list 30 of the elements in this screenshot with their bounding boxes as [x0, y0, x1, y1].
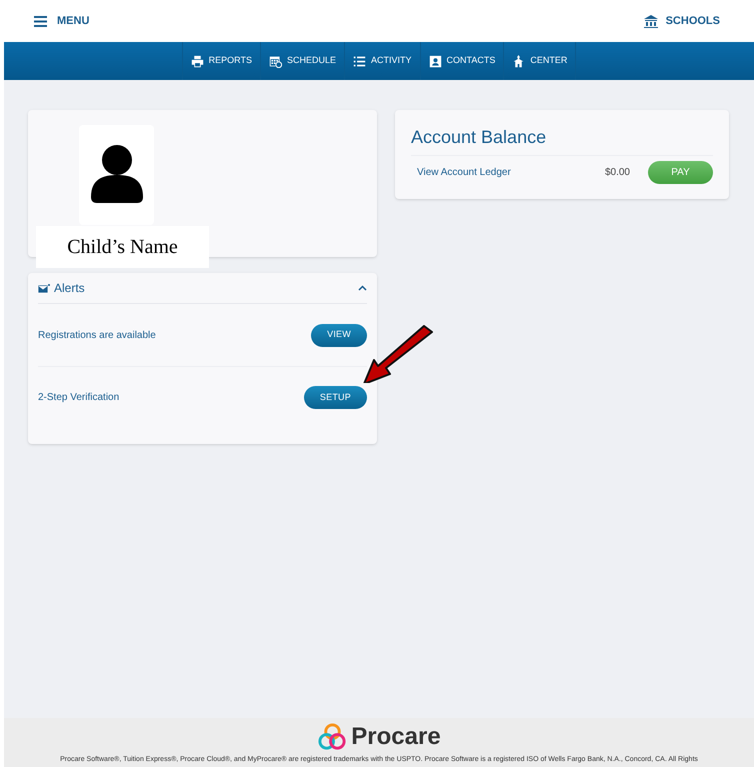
alert-button[interactable]: VIEW [311, 324, 367, 346]
brand-name: Procare [351, 722, 441, 752]
nav-tab[interactable]: ACTIVITY [344, 42, 420, 80]
chevron-up-icon [358, 285, 367, 291]
child-name: Child’s Name [36, 226, 209, 268]
arrow-icon [362, 325, 434, 383]
nav-tab[interactable]: CONTACTS [420, 42, 504, 80]
menu-icon [34, 16, 47, 26]
envelope-icon [38, 284, 50, 292]
collapse-toggle[interactable] [358, 285, 367, 291]
person-icon [90, 145, 142, 205]
balance-amount: $0.00 [604, 166, 630, 180]
nav-tab[interactable]: CENTER [503, 42, 576, 80]
schools-button[interactable]: SCHOOLS [644, 12, 720, 30]
ledger-link[interactable]: View Account Ledger [417, 165, 511, 180]
nav-tab[interactable]: REPORTS [182, 42, 260, 80]
building-icon [512, 54, 526, 68]
alerts-title: Alerts [38, 279, 85, 297]
building-icon [644, 14, 658, 28]
menu-button[interactable]: MENU [34, 12, 90, 30]
list-icon [352, 54, 366, 68]
logo-icon [317, 722, 348, 752]
nav-tab[interactable]: SCHEDULE [260, 42, 344, 80]
alert-text: Registrations are available [38, 328, 156, 342]
printer-icon [190, 54, 204, 68]
alert-button[interactable]: SETUP [304, 386, 367, 409]
contact-card-icon [428, 54, 442, 68]
alert-text: 2-Step Verification [38, 391, 120, 405]
calendar-icon [268, 54, 282, 68]
account-title: Account Balance [411, 124, 713, 156]
